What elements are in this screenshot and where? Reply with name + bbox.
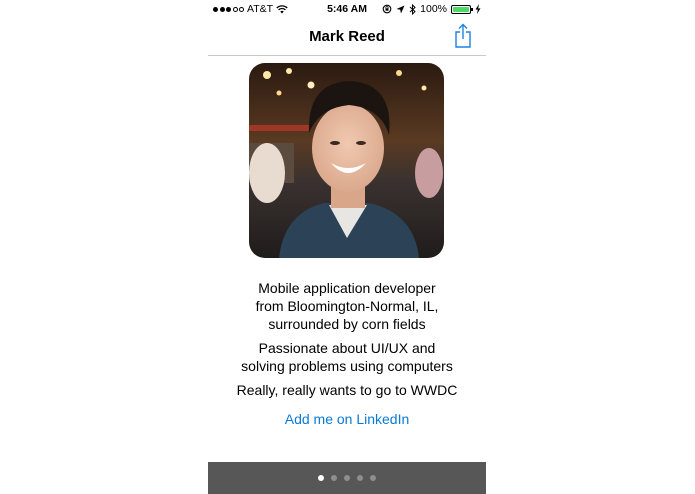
page-dot[interactable] bbox=[357, 475, 363, 481]
bio-line: from Bloomington-Normal, IL, bbox=[255, 298, 439, 314]
status-bar: AT&T 5:46 AM 100% bbox=[208, 0, 486, 18]
linkedin-link[interactable]: Add me on LinkedIn bbox=[208, 411, 486, 427]
bio-block-wwdc: Really, really wants to go to WWDC bbox=[208, 381, 486, 399]
location-icon bbox=[396, 5, 405, 13]
charging-icon bbox=[475, 4, 481, 14]
bio-line: solving problems using computers bbox=[241, 358, 453, 374]
navigation-bar: Mark Reed bbox=[208, 20, 486, 56]
bio-line: Really, really wants to go to WWDC bbox=[236, 382, 458, 398]
orientation-lock-icon bbox=[382, 4, 392, 14]
page-title: Mark Reed bbox=[309, 28, 385, 45]
battery-percent: 100% bbox=[420, 3, 447, 15]
bluetooth-icon bbox=[409, 3, 416, 15]
bio-block-passion: Passionate about UI/UX and solving probl… bbox=[208, 339, 486, 375]
share-icon[interactable] bbox=[453, 23, 473, 49]
bio-block-location: Mobile application developer from Bloomi… bbox=[208, 279, 486, 333]
page-dot[interactable] bbox=[318, 475, 324, 481]
app-screen: AT&T 5:46 AM 100% Mark Reed Mobile appli… bbox=[208, 0, 486, 494]
bio-line: Passionate about UI/UX and bbox=[258, 340, 436, 356]
page-dot[interactable] bbox=[331, 475, 337, 481]
page-control[interactable] bbox=[208, 462, 486, 494]
battery-icon bbox=[451, 4, 473, 14]
status-right-group: 100% bbox=[382, 3, 481, 15]
page-dot[interactable] bbox=[344, 475, 350, 481]
bio-line: Mobile application developer bbox=[258, 280, 436, 296]
profile-photo bbox=[249, 63, 444, 258]
page-dot[interactable] bbox=[370, 475, 376, 481]
bio-line: surrounded by corn fields bbox=[268, 316, 426, 332]
